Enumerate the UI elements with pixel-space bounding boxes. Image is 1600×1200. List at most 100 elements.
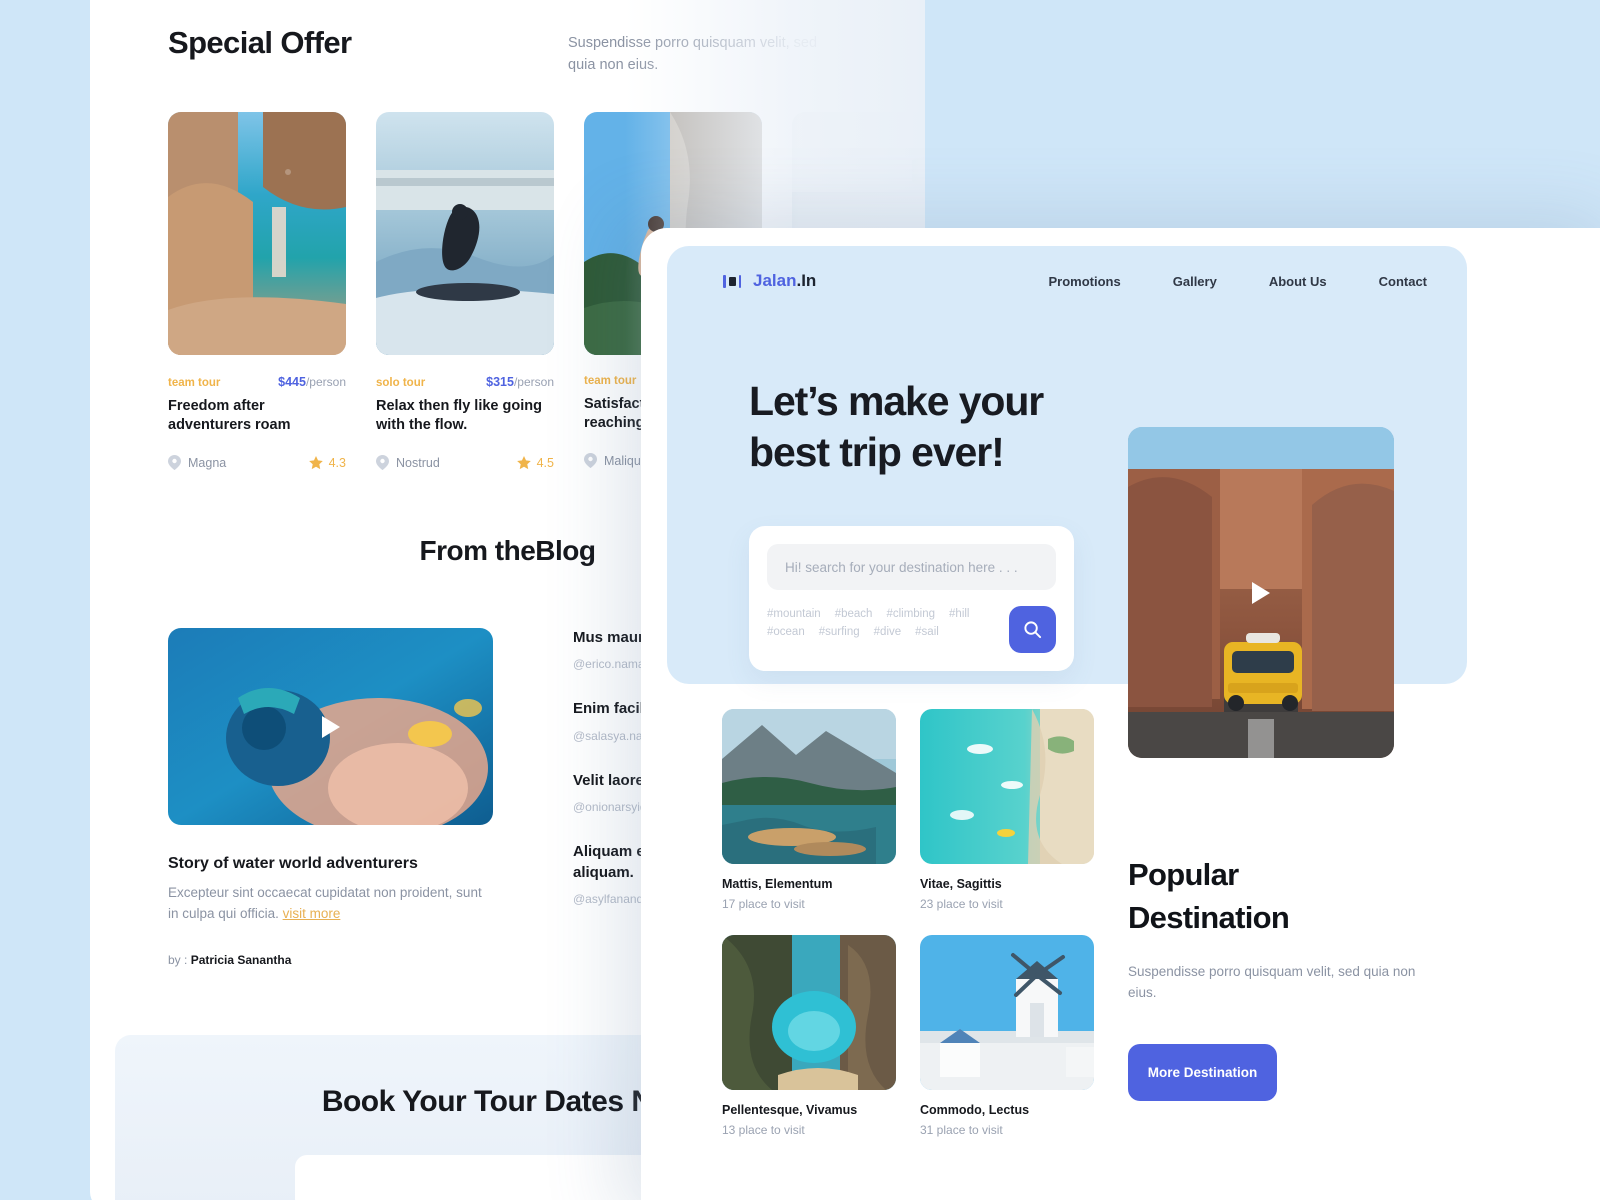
tag-mountain[interactable]: #mountain xyxy=(767,608,821,620)
hero-title: Let’s make your best trip ever! xyxy=(749,376,1169,479)
tag-ocean[interactable]: #ocean xyxy=(767,626,805,638)
destination-card[interactable]: Vitae, Sagittis 23 place to visit xyxy=(920,709,1094,911)
more-destination-button[interactable]: More Destination xyxy=(1128,1043,1277,1101)
foreground-panel: Jalan.In Promotions Gallery About Us Con… xyxy=(641,228,1600,1200)
popular-title-line-2: Destination xyxy=(1128,900,1290,936)
offer-meta: team tour $445/person xyxy=(168,375,346,389)
location-pin-icon xyxy=(376,455,389,471)
offer-location: Magna xyxy=(168,455,227,471)
play-icon xyxy=(321,715,340,738)
tag-sail[interactable]: #sail xyxy=(915,626,939,638)
nav-item-about-us[interactable]: About Us xyxy=(1269,274,1327,289)
featured-blog-post: Story of water world adventurers Excepte… xyxy=(168,628,493,967)
destination-name: Mattis, Elementum xyxy=(722,877,833,891)
tag-hill[interactable]: #hill xyxy=(949,608,969,620)
offer-tag: team tour xyxy=(168,377,221,389)
search-button[interactable] xyxy=(1009,606,1056,653)
search-card: #mountain #beach #climbing #hill #ocean … xyxy=(749,526,1074,671)
search-tags: #mountain #beach #climbing #hill #ocean … xyxy=(767,606,992,638)
star-icon xyxy=(308,455,323,469)
offer-footer: Magna 4.3 xyxy=(168,455,346,471)
offer-price: $445/person xyxy=(278,375,346,389)
offer-card[interactable]: solo tour $315/person Relax then fly lik… xyxy=(376,112,554,471)
hero-title-line-1: Let’s make your xyxy=(749,378,1044,424)
offer-rating-value: 4.3 xyxy=(328,455,346,470)
hero-video-card[interactable] xyxy=(1128,427,1394,758)
offer-location: Nostrud xyxy=(376,455,440,471)
destination-count: 23 place to visit xyxy=(920,897,1003,911)
offer-price-value: $445 xyxy=(278,375,306,389)
nav-item-promotions[interactable]: Promotions xyxy=(1049,274,1121,289)
page-title: Special Offer xyxy=(168,25,352,60)
destination-card[interactable]: Commodo, Lectus 31 place to visit xyxy=(920,935,1094,1137)
offer-rating-value: 4.5 xyxy=(536,455,554,470)
destination-count: 17 place to visit xyxy=(722,897,805,911)
destination-name: Commodo, Lectus xyxy=(920,1103,1030,1117)
offer-image xyxy=(376,112,554,355)
destination-image xyxy=(920,709,1094,864)
popular-destination-section: Popular Destination Suspendisse porro qu… xyxy=(1128,853,1428,1101)
offer-location: Maliqua xyxy=(584,453,648,469)
offer-meta: solo tour $315/person xyxy=(376,375,554,389)
screenshot-stage: Special Offer Suspendisse porro quisquam… xyxy=(0,0,1600,1200)
navbar: Jalan.In Promotions Gallery About Us Con… xyxy=(723,271,1427,291)
popular-destination-body: Suspendisse porro quisquam velit, sed qu… xyxy=(1128,963,1416,1000)
destination-name: Pellentesque, Vivamus xyxy=(722,1103,858,1117)
author-name: Patricia Sanantha xyxy=(190,952,292,967)
offer-title: Relax then fly like going with the flow. xyxy=(376,398,542,434)
offer-tag: solo tour xyxy=(376,377,426,389)
offer-location-label: Magna xyxy=(188,455,227,470)
nav-item-contact[interactable]: Contact xyxy=(1379,274,1427,289)
popular-destination-title: Popular Destination xyxy=(1128,853,1428,940)
popular-title-line-1: Popular xyxy=(1128,857,1239,892)
tag-beach[interactable]: #beach xyxy=(835,608,873,620)
blog-post-heading: Story of water world adventurers xyxy=(168,855,418,872)
offer-rating: 4.5 xyxy=(516,455,554,470)
destination-image xyxy=(722,935,896,1090)
destination-count: 31 place to visit xyxy=(920,1123,1003,1137)
star-icon xyxy=(516,455,531,469)
blog-video-thumbnail[interactable] xyxy=(168,628,493,825)
location-pin-icon xyxy=(584,453,597,469)
logo[interactable]: Jalan.In xyxy=(723,271,816,291)
destination-image xyxy=(920,935,1094,1090)
offer-title: Freedom after adventurers roam xyxy=(168,398,291,434)
tag-dive[interactable]: #dive xyxy=(874,626,902,638)
offer-image xyxy=(168,112,346,355)
location-pin-icon xyxy=(168,455,181,471)
blog-post-body: Excepteur sint occaecat cupidatat non pr… xyxy=(168,883,493,925)
logo-suffix: .In xyxy=(796,271,817,290)
destination-card[interactable]: Mattis, Elementum 17 place to visit xyxy=(722,709,896,911)
special-offer-header: Special Offer Suspendisse porro quisquam… xyxy=(168,25,888,77)
offer-rating: 4.3 xyxy=(308,455,346,470)
destination-image xyxy=(722,709,896,864)
tag-surfing[interactable]: #surfing xyxy=(819,626,860,638)
destination-card[interactable]: Pellentesque, Vivamus 13 place to visit xyxy=(722,935,896,1137)
tag-climbing[interactable]: #climbing xyxy=(886,608,935,620)
offer-card[interactable]: team tour $445/person Freedom after adve… xyxy=(168,112,346,471)
offer-price-unit: /person xyxy=(305,375,346,389)
hero-title-line-2: best trip ever! xyxy=(749,429,1005,476)
offer-tag: team tour xyxy=(584,375,637,387)
search-input[interactable] xyxy=(767,544,1056,590)
nav-links: Promotions Gallery About Us Contact xyxy=(1049,274,1428,289)
offer-price: $315/person xyxy=(486,375,554,389)
destination-name: Vitae, Sagittis xyxy=(920,877,1002,891)
blog-post-author: by : Patricia Sanantha xyxy=(168,953,493,967)
visit-more-link[interactable]: visit more xyxy=(283,906,341,921)
offer-price-value: $315 xyxy=(486,375,514,389)
offer-footer: Nostrud 4.5 xyxy=(376,455,554,471)
search-tag-row: #mountain #beach #climbing #hill #ocean … xyxy=(767,606,1056,653)
search-icon xyxy=(1024,621,1042,639)
author-label: by : xyxy=(168,952,191,967)
offer-price-unit: /person xyxy=(513,375,554,389)
nav-item-gallery[interactable]: Gallery xyxy=(1173,274,1217,289)
play-icon xyxy=(1252,581,1270,604)
offer-location-label: Nostrud xyxy=(396,455,440,470)
logo-brand: Jalan xyxy=(753,271,797,290)
logo-mark-icon xyxy=(723,274,741,288)
logo-text: Jalan.In xyxy=(753,271,816,291)
special-offer-subtitle: Suspendisse porro quisquam velit, sed qu… xyxy=(568,35,818,73)
destination-grid: Mattis, Elementum 17 place to visit Vita… xyxy=(722,709,1094,1137)
destination-count: 13 place to visit xyxy=(722,1123,805,1137)
